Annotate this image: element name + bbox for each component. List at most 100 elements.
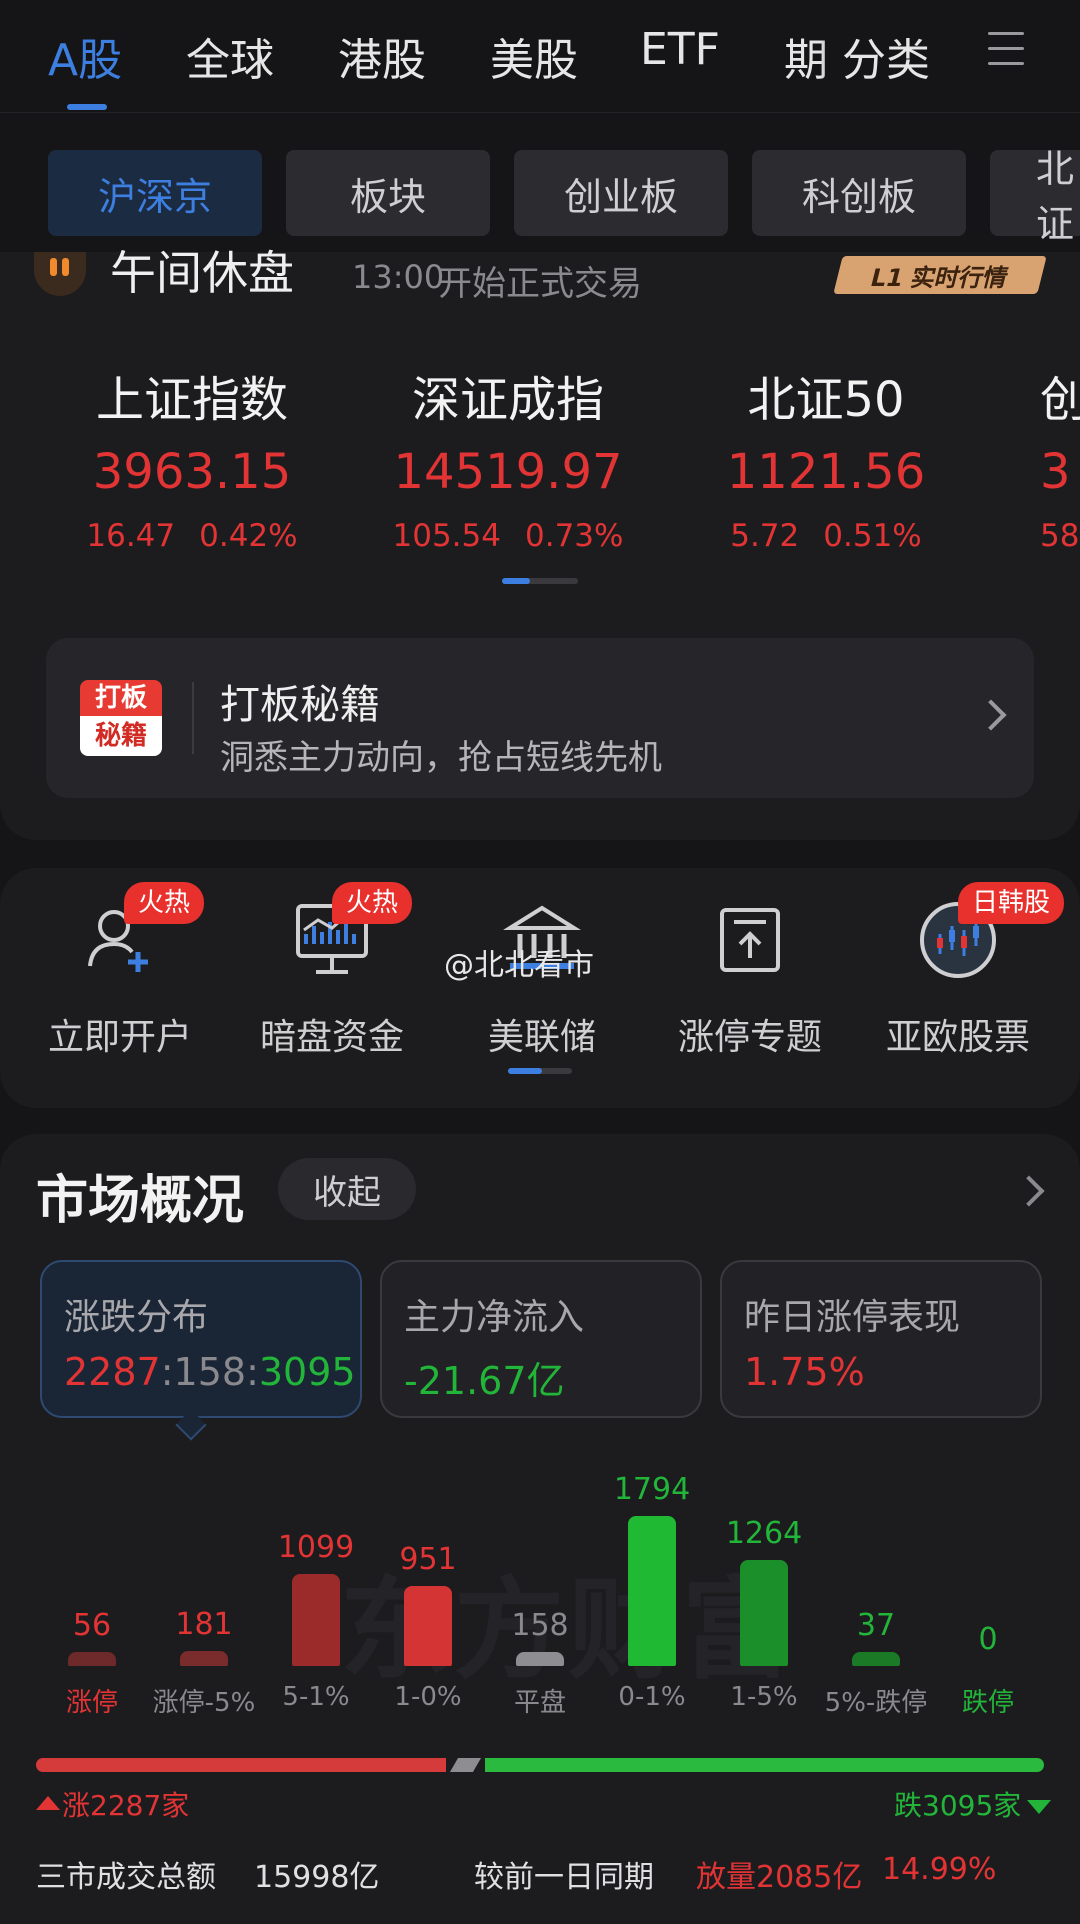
index-change: 58.	[1040, 518, 1080, 554]
stat-value: -21.67亿	[404, 1359, 565, 1403]
distribution-bar	[180, 1650, 228, 1666]
tool-label: 涨停专题	[677, 1017, 822, 1058]
promo-logo: 打板 秘籍	[80, 680, 162, 762]
subtab-beijing[interactable]: 北证	[990, 147, 1080, 246]
index-pager	[502, 578, 578, 584]
tab-categories[interactable]: 分类	[842, 24, 930, 88]
upload-box-icon	[710, 900, 790, 980]
bar-value-label: 0	[978, 1622, 998, 1657]
index-name: 北证50	[747, 372, 905, 428]
tool-asia-europe-stocks[interactable]: 亚欧股票	[858, 900, 1058, 1060]
collapse-button[interactable]: 收起	[278, 1158, 416, 1220]
bar-value-label: 37	[856, 1608, 896, 1643]
market-status-desc: 开始正式交易	[438, 264, 642, 304]
hot-badge: 火热	[124, 882, 205, 924]
ratio-rise-segment	[36, 1758, 447, 1772]
rise-total: 涨2287家	[36, 1784, 189, 1824]
promo-banner[interactable]: 打板 秘籍 打板秘籍 洞悉主力动向，抢占短线先机	[46, 638, 1034, 798]
index-value: 3	[1040, 444, 1071, 500]
stat-rise-fall-distribution[interactable]: 涨跌分布 2287:158:3095	[40, 1260, 362, 1418]
index-value: 14519.97	[393, 444, 623, 500]
index-name: 创	[1040, 372, 1080, 428]
tool-open-account[interactable]: 立即开户	[20, 900, 220, 1060]
distribution-bar	[740, 1560, 788, 1666]
compare-pct: 14.99%	[882, 1852, 997, 1887]
arrow-up-icon	[36, 1796, 60, 1810]
market-status-title: 午间休盘	[110, 246, 294, 300]
stat-label: 昨日涨停表现	[744, 1297, 961, 1338]
bar-value-label: 158	[511, 1608, 569, 1643]
tab-hk-stocks[interactable]: 港股	[338, 24, 426, 88]
tab-us-stocks[interactable]: 美股	[490, 24, 578, 88]
stat-value: 1.75%	[744, 1350, 865, 1394]
index-name: 上证指数	[95, 372, 288, 428]
index-shenzhen[interactable]: 深证成指 14519.97 105.54 0.73%	[358, 360, 658, 554]
subtab-chinext[interactable]: 创业板	[514, 150, 728, 236]
bar-value-label: 951	[399, 1542, 457, 1578]
distribution-bar	[852, 1652, 900, 1666]
stat-label: 涨跌分布	[64, 1297, 209, 1338]
japan-korea-badge: 日韩股	[958, 882, 1065, 924]
distribution-bar	[516, 1652, 564, 1666]
bar-value-label: 181	[175, 1606, 233, 1642]
arrow-down-icon	[1027, 1800, 1052, 1814]
bar-value-label: 1264	[725, 1516, 803, 1552]
index-change: 16.47	[86, 518, 176, 554]
distribution-bar	[628, 1516, 676, 1666]
subtab-hushenjing[interactable]: 沪深京	[48, 150, 262, 236]
rise-count-value: 2287	[64, 1350, 161, 1394]
index-value: 1121.56	[726, 444, 926, 500]
index-change: 5.72	[730, 518, 800, 554]
fall-total-label: 跌3095家	[894, 1789, 1022, 1822]
bar-value-label: 1794	[613, 1472, 691, 1507]
index-chinext-partial[interactable]: 创 3 58.	[1040, 360, 1080, 554]
realtime-quote-badge[interactable]: L1 实时行情	[833, 256, 1047, 294]
market-tab-bar: A股 全球 港股 美股 ETF 期 分类	[0, 0, 1080, 113]
tool-label: 美联储	[487, 1017, 596, 1058]
weibo-watermark: @北北看市	[444, 948, 594, 983]
promo-title: 打板秘籍	[220, 682, 380, 728]
stat-label: 主力净流入	[404, 1297, 585, 1338]
index-change: 105.54	[392, 518, 501, 554]
index-name: 深证成指	[411, 372, 604, 428]
menu-icon[interactable]	[988, 32, 1024, 72]
tool-dark-pool[interactable]: 暗盘资金	[232, 900, 432, 1060]
tab-global[interactable]: 全球	[186, 24, 274, 88]
fall-total: 跌3095家	[894, 1784, 1052, 1824]
fall-count-value: 3095	[258, 1350, 356, 1394]
compare-value: 放量2085亿	[696, 1860, 863, 1895]
bar-category-label: 跌停	[961, 1688, 1014, 1718]
stat-value: 2287:158:3095	[64, 1350, 356, 1394]
distribution-bar	[68, 1652, 116, 1666]
market-overview-title: 市场概况	[36, 1171, 245, 1231]
bar-value-label: 1099	[277, 1530, 355, 1566]
hot-badge: 火热	[332, 882, 413, 924]
tab-a-share[interactable]: A股	[48, 24, 122, 88]
distribution-bar	[292, 1574, 340, 1666]
index-change-pct: 0.51%	[823, 518, 922, 554]
index-change-pct: 0.73%	[525, 518, 624, 554]
compare-label: 较前一日同期	[474, 1860, 654, 1895]
rise-total-label: 涨2287家	[62, 1789, 190, 1822]
index-change-pct: 0.42%	[199, 518, 298, 554]
flat-count-value: 158	[173, 1350, 247, 1394]
subtab-star-market[interactable]: 科创板	[752, 150, 966, 236]
promo-divider	[192, 682, 194, 754]
rise-fall-distribution-chart: 56 涨停 181 涨停-5% 1099 5-1% 951 1-0% 158 平盘 1794 0-1%…	[0, 1440, 1080, 1720]
rise-fall-ratio-bar	[36, 1758, 1044, 1772]
ratio-flat-segment	[450, 1758, 481, 1772]
stat-yesterday-limit-up[interactable]: 昨日涨停表现 1.75%	[720, 1260, 1042, 1418]
promo-logo-bottom: 秘籍	[80, 716, 162, 756]
tool-limit-up-topic[interactable]: 涨停专题	[650, 900, 850, 1060]
tool-label: 立即开户	[47, 1017, 192, 1058]
bar-value-label: 56	[72, 1608, 112, 1643]
promo-logo-top: 打板	[80, 680, 162, 716]
chevron-right-icon	[975, 699, 1007, 731]
distribution-bar	[404, 1586, 452, 1666]
active-tab-indicator	[67, 104, 107, 110]
subtab-sectors[interactable]: 板块	[286, 150, 490, 236]
index-shanghai[interactable]: 上证指数 3963.15 16.47 0.42%	[42, 360, 342, 554]
stat-main-net-inflow[interactable]: 主力净流入 -21.67亿	[380, 1260, 702, 1418]
tab-etf[interactable]: ETF	[640, 24, 720, 75]
index-bse50[interactable]: 北证50 1121.56 5.72 0.51%	[676, 360, 976, 554]
